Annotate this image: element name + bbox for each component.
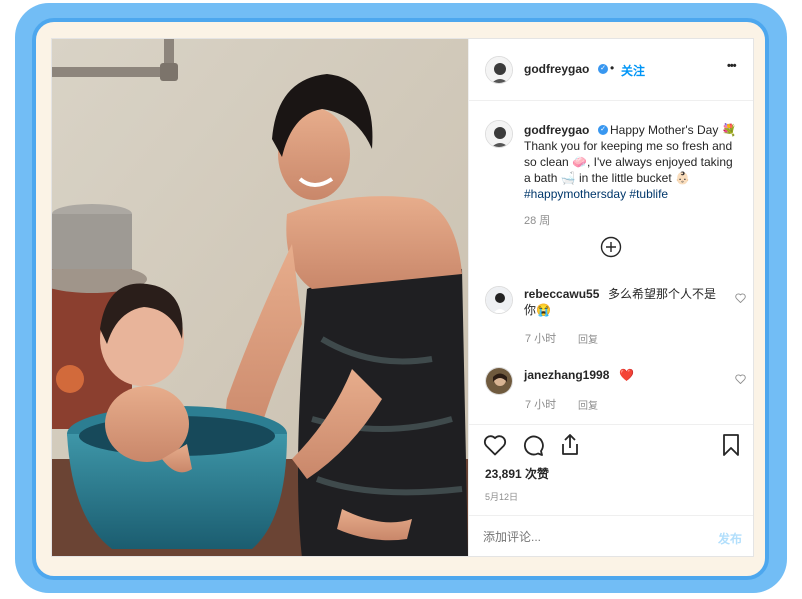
action-bar [469,424,753,456]
more-options-icon[interactable]: ••• [727,60,737,72]
comment-1-like-icon[interactable] [735,293,746,303]
post-header: godfreygao ✓ • 关注 ••• [469,39,753,101]
comment-1-username[interactable]: rebeccawu55 [524,287,599,301]
caption-author-avatar[interactable] [485,120,513,148]
load-more-comments-icon[interactable] [600,236,622,258]
likes-count[interactable]: 23,891 次赞 [485,465,549,482]
caption-username[interactable]: godfreygao [524,123,589,137]
comment-icon[interactable] [521,434,545,456]
comment-2-username[interactable]: janezhang1998 [524,368,609,382]
comment-1-reply-button[interactable]: 回复 [578,331,598,346]
header-separator: • [610,61,615,75]
verified-badge-icon: ✓ [598,64,608,74]
like-icon[interactable] [483,434,507,456]
caption-line-1: Happy Mother's Day 💐 [610,123,737,137]
comment-2-like-icon[interactable] [735,374,746,384]
caption-verified-badge-icon: ✓ [598,125,608,135]
caption-line-4: a bath 🛁 in the little bucket 👶🏻 [524,171,690,185]
comment-2-text: ❤️ [619,368,634,382]
follow-button[interactable]: 关注 [621,62,645,79]
comment-input[interactable] [483,528,693,546]
post-side-panel: godfreygao ✓ • 关注 ••• godfreygao ✓ Happy… [468,39,753,556]
comment-2-avatar[interactable] [485,367,513,395]
caption-line-3: so clean 🧼, I've always enjoyed taking [524,155,733,169]
comment-1-text-line-1: 多么希望那个人不是 [608,287,717,301]
caption-time[interactable]: 28 周 [524,212,550,228]
post-date[interactable]: 5月12日 [485,490,518,503]
post-comment-button[interactable]: 发布 [718,530,742,547]
caption-hashtags[interactable]: #happymothersday #tublife [524,186,668,203]
caption-line-2: Thank you for keeping me so fresh and [524,139,733,153]
comment-input-bar: 发布 [469,515,753,556]
post-photo[interactable] [52,39,468,556]
post-card: godfreygao ✓ • 关注 ••• godfreygao ✓ Happy… [51,38,754,557]
comment-1-avatar[interactable] [485,286,513,314]
share-icon[interactable] [559,433,581,457]
comment-1-time[interactable]: 7 小时 [525,330,556,346]
comment-2-reply-button[interactable]: 回复 [578,397,598,412]
author-avatar[interactable] [485,56,513,84]
comment-2-time[interactable]: 7 小时 [525,396,556,412]
author-username[interactable]: godfreygao [524,62,589,76]
save-bookmark-icon[interactable] [722,433,740,457]
comment-1-text-line-2: 你😭 [524,303,551,317]
